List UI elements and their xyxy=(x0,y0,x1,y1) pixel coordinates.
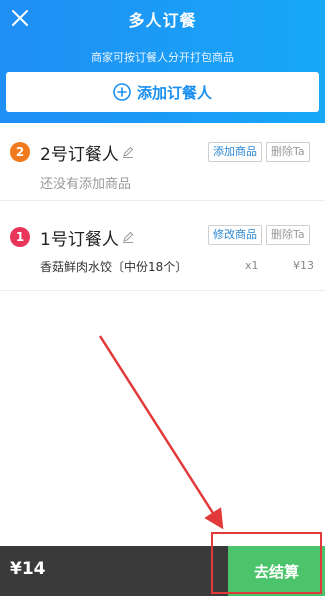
edit-pencil-icon[interactable] xyxy=(122,231,134,243)
item-price: ¥13 xyxy=(293,259,314,272)
edit-items-button[interactable]: 修改商品 xyxy=(208,225,262,245)
orderer-card-1: 1 1号订餐人 修改商品 删除Ta 香菇鲜肉水饺〔中份18个〕 x1 ¥13 xyxy=(0,206,325,290)
plus-circle-icon xyxy=(113,83,131,101)
item-name: 香菇鲜肉水饺〔中份18个〕 xyxy=(40,260,188,274)
page-subtitle: 商家可按订餐人分开打包商品 xyxy=(91,51,234,64)
header: 多人订餐 商家可按订餐人分开打包商品 添加订餐人 xyxy=(0,0,325,123)
divider xyxy=(0,200,325,201)
edit-pencil-icon[interactable] xyxy=(122,146,134,158)
delete-orderer-button[interactable]: 删除Ta xyxy=(266,225,310,245)
checkout-button[interactable]: 去结算 xyxy=(228,546,325,596)
orderer-name: 2号订餐人 xyxy=(40,145,119,165)
orderer-card-2: 2 2号订餐人 添加商品 删除Ta 还没有添加商品 xyxy=(0,123,325,200)
add-orderer-label: 添加订餐人 xyxy=(136,83,212,102)
page-title: 多人订餐 xyxy=(128,11,197,30)
delete-orderer-button[interactable]: 删除Ta xyxy=(266,142,310,162)
orderer-name: 1号订餐人 xyxy=(40,230,119,250)
orderer-number-badge: 1 xyxy=(10,227,30,247)
add-orderer-button[interactable]: 添加订餐人 xyxy=(6,72,319,112)
checkout-bar: ¥14 去结算 xyxy=(0,546,325,596)
empty-items-text: 还没有添加商品 xyxy=(40,177,132,192)
orderer-number-badge: 2 xyxy=(10,142,30,162)
total-price: ¥14 xyxy=(10,559,46,579)
divider xyxy=(0,290,325,291)
item-quantity: x1 xyxy=(245,259,259,272)
add-items-button[interactable]: 添加商品 xyxy=(208,142,262,162)
